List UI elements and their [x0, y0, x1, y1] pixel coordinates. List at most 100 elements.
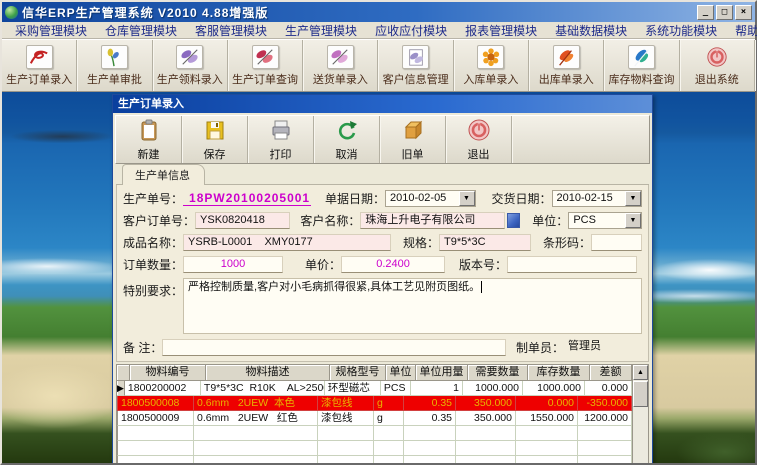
- empty-row-proto: [117, 456, 632, 463]
- purple-butterfly-icon: [176, 44, 204, 69]
- production-order-entry-button[interactable]: 生产订单录入: [2, 40, 78, 91]
- save-button[interactable]: 保存: [182, 116, 248, 163]
- red-leaf-icon: [552, 44, 580, 69]
- customer-name-label: 客户名称：: [300, 214, 361, 228]
- printer-icon: [269, 118, 293, 145]
- barcode-label: 条形码：: [543, 236, 592, 250]
- product-name-field[interactable]: YSRB-L0001 XMY0177: [183, 234, 392, 251]
- floppy-disk-icon: [203, 118, 227, 145]
- inventory-query-button[interactable]: 库存物料查询: [604, 40, 680, 91]
- delivery-date-select[interactable]: 2010-02-15 ▼: [551, 190, 642, 207]
- version-label: 版本号：: [459, 258, 508, 272]
- app-logo-icon: [5, 5, 18, 19]
- exit-button[interactable]: 退出: [446, 116, 512, 163]
- order-qty-label: 订单数量：: [123, 258, 184, 272]
- box-icon: [401, 118, 425, 145]
- special-req-label: 特别要求：: [123, 284, 184, 298]
- close-button[interactable]: ×: [735, 4, 752, 20]
- col-material-desc[interactable]: 物料描述: [206, 365, 330, 381]
- menu-bar: 采购管理模块 仓库管理模块 客服管理模块 生产管理模块 应收应付模块 报表管理模…: [2, 21, 757, 40]
- special-req-textarea[interactable]: 严格控制质量,客户对小毛病抓得很紧,具体工艺见附页图纸。: [183, 278, 642, 334]
- window-title: 信华ERP生产管理系统 V2010 4.88增强版: [22, 5, 269, 20]
- table-scrollbar[interactable]: ▲: [632, 365, 648, 463]
- cancel-button[interactable]: 取消: [314, 116, 380, 163]
- chevron-down-icon[interactable]: ▼: [458, 191, 475, 206]
- green-refresh-icon: [335, 118, 359, 145]
- col-difference[interactable]: 差额: [590, 365, 632, 381]
- exit-system-button[interactable]: 退出系统: [680, 40, 755, 91]
- product-name-label: 成品名称：: [123, 236, 184, 250]
- remark-field[interactable]: [162, 339, 506, 356]
- col-spec-model[interactable]: 规格型号: [330, 365, 386, 381]
- materials-table: 物料编号 物料描述 规格型号 单位 单位用量 需要数量 库存数量 差额 ▶ 18…: [116, 364, 649, 463]
- unit-price-field[interactable]: 0.2400: [341, 256, 446, 273]
- outbound-entry-button[interactable]: 出库单录入: [529, 40, 605, 91]
- table-row[interactable]: 1800500009 0.6mm 2UEW 红色 漆包线 g 0.35 350.…: [117, 411, 632, 426]
- chevron-down-icon[interactable]: ▼: [624, 191, 641, 206]
- table-row-shortage[interactable]: 1800500008 0.6mm 2UEW 本色 漆包线 g 0.35 350.…: [117, 396, 632, 411]
- customer-name-field[interactable]: 珠海上升电子有限公司: [360, 212, 506, 229]
- print-button[interactable]: 打印: [248, 116, 314, 163]
- menu-help[interactable]: 帮助: [726, 21, 757, 40]
- menu-system[interactable]: 系统功能模块: [636, 21, 726, 40]
- scrollbar-thumb[interactable]: [633, 381, 648, 407]
- doc-date-label: 单据日期：: [325, 192, 386, 206]
- menu-base-data[interactable]: 基础数据模块: [546, 21, 636, 40]
- order-qty-field[interactable]: 1000: [183, 256, 284, 273]
- tab-production-info[interactable]: 生产单信息: [122, 164, 205, 185]
- spec-field[interactable]: T9*5*3C: [439, 234, 532, 251]
- order-no-value: 18PW20100205001: [183, 191, 312, 206]
- col-material-no[interactable]: 物料编号: [130, 365, 206, 381]
- menu-purchase[interactable]: 采购管理模块: [6, 21, 96, 40]
- customer-lookup-button[interactable]: [507, 213, 521, 228]
- red-ribbon-icon: [25, 44, 53, 69]
- col-unit[interactable]: 单位: [386, 365, 416, 381]
- customer-order-no-label: 客户订单号：: [123, 214, 196, 228]
- order-no-label: 生产单号：: [123, 192, 184, 206]
- menu-production[interactable]: 生产管理模块: [276, 21, 366, 40]
- old-order-button[interactable]: 旧单: [380, 116, 446, 163]
- unit-price-label: 单价：: [305, 258, 342, 272]
- customer-order-no-field[interactable]: YSK0820418: [195, 212, 291, 229]
- delivery-date-label: 交货日期：: [491, 192, 552, 206]
- maximize-button[interactable]: □: [716, 4, 733, 20]
- maker-label: 制单员：: [515, 341, 564, 355]
- unit-select[interactable]: PCS ▼: [568, 212, 642, 229]
- orange-flower-icon: [477, 44, 505, 69]
- doc-date-select[interactable]: 2010-02-05 ▼: [385, 190, 476, 207]
- production-approve-button[interactable]: 生产单审批: [77, 40, 153, 91]
- menu-customer-service[interactable]: 客服管理模块: [186, 21, 276, 40]
- menu-warehouse[interactable]: 仓库管理模块: [96, 21, 186, 40]
- menu-reports[interactable]: 报表管理模块: [456, 21, 546, 40]
- inbound-entry-button[interactable]: 入库单录入: [454, 40, 530, 91]
- table-row[interactable]: ▶ 1800200002 T9*5*3C R10K AL>2500nH 环型磁芯…: [117, 381, 632, 396]
- new-button[interactable]: 新建: [116, 116, 182, 163]
- minimize-button[interactable]: _: [697, 4, 714, 20]
- power-icon: [703, 45, 730, 69]
- chevron-down-icon[interactable]: ▼: [625, 213, 641, 228]
- order-form: 生产单号： 18PW20100205001 单据日期： 2010-02-05 ▼…: [116, 185, 649, 362]
- col-required-qty[interactable]: 需要数量: [468, 365, 528, 381]
- customer-info-button[interactable]: 客户信息管理: [378, 40, 454, 91]
- spec-label: 规格：: [403, 236, 440, 250]
- version-field[interactable]: [507, 256, 638, 273]
- col-stock-qty[interactable]: 库存数量: [528, 365, 590, 381]
- production-order-entry-window: 生产订单录入 新建 保存 打印 取消 旧单 退出 生产单信息 生产单号： 18P…: [112, 94, 653, 463]
- delivery-note-entry-button[interactable]: 送货单录入: [303, 40, 379, 91]
- app-window: 信华ERP生产管理系统 V2010 4.88增强版 _ □ × 采购管理模块 仓…: [0, 0, 757, 465]
- table-header-row: 物料编号 物料描述 规格型号 单位 单位用量 需要数量 库存数量 差额: [117, 365, 632, 381]
- tab-strip: 生产单信息: [116, 164, 649, 185]
- menu-payables[interactable]: 应收应付模块: [366, 21, 456, 40]
- material-issue-entry-button[interactable]: 生产领料录入: [153, 40, 228, 91]
- form-toolbar: 新建 保存 打印 取消 旧单 退出: [115, 115, 650, 164]
- form-window-title: 生产订单录入: [113, 95, 652, 113]
- production-order-query-button[interactable]: 生产订单查询: [228, 40, 304, 91]
- blue-feather-icon: [628, 44, 656, 69]
- barcode-field[interactable]: [591, 234, 642, 251]
- desktop-wallpaper: 生产订单录入 新建 保存 打印 取消 旧单 退出 生产单信息 生产单号： 18P…: [2, 92, 755, 463]
- col-unit-usage[interactable]: 单位用量: [416, 365, 468, 381]
- main-toolbar: 生产订单录入 生产单审批 生产领料录入 生产订单查询 送货单录入 客户信息管理 …: [2, 39, 755, 92]
- empty-row-proto: [117, 441, 632, 456]
- scroll-up-icon[interactable]: ▲: [633, 365, 648, 380]
- row-pointer-icon: ▶: [117, 381, 125, 396]
